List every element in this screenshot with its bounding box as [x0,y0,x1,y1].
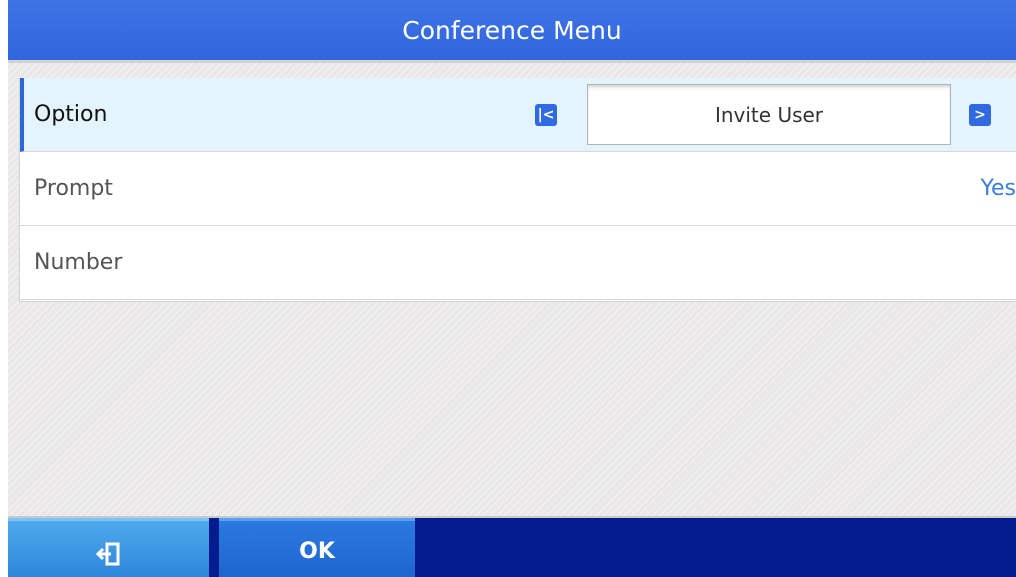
prompt-label: Prompt [34,176,113,201]
ok-label: OK [299,539,335,564]
page-title: Conference Menu [8,0,1016,63]
option-value-field[interactable]: Invite User [587,84,951,145]
first-option-button[interactable]: |< [535,104,557,126]
first-icon: |< [537,107,555,123]
exit-button[interactable] [8,518,209,577]
phone-screen: Conference Menu Option |< Invite User > … [8,0,1016,577]
next-option-button[interactable]: > [969,104,991,126]
number-label: Number [34,250,123,275]
option-row[interactable]: Option |< Invite User > [20,78,1016,152]
softkey-bar: OK [8,516,1016,577]
ok-button[interactable]: OK [219,518,415,577]
menu-list: Option |< Invite User > Prompt Yes Numbe… [19,78,1016,302]
next-icon: > [974,107,986,123]
number-row[interactable]: Number [20,226,1016,300]
prompt-row[interactable]: Prompt Yes [20,152,1016,226]
prompt-value: Yes [980,176,1016,201]
exit-icon [95,531,122,577]
option-label: Option [34,102,108,127]
option-value: Invite User [714,103,824,127]
